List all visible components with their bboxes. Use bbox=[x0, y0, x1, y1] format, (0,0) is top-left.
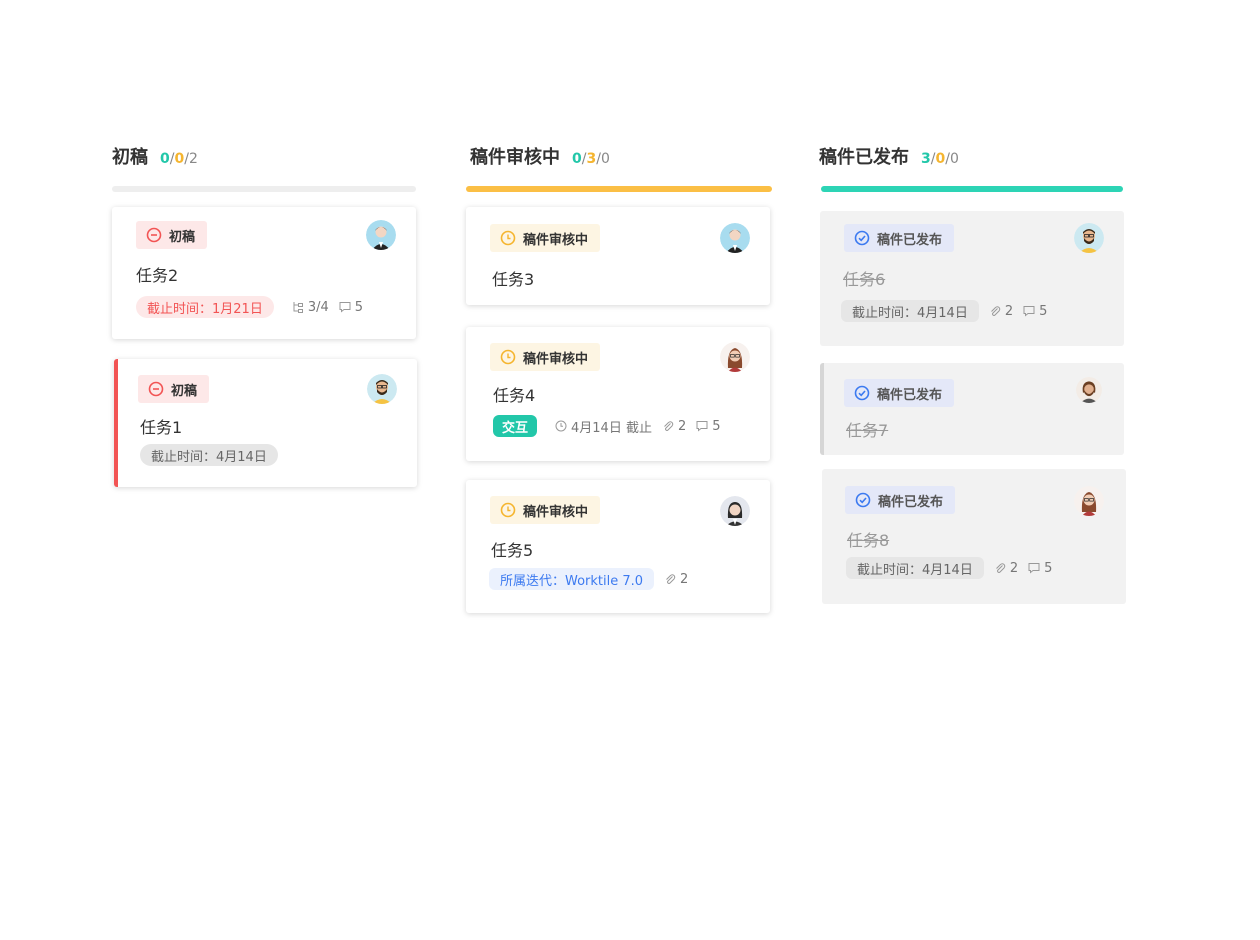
clock-icon bbox=[500, 230, 516, 246]
task-title[interactable]: 任务5 bbox=[491, 537, 533, 561]
due-date-pill: 截止时间：1月21日 bbox=[136, 296, 274, 318]
task-meta: 截止时间：1月21日 3/4 5 bbox=[136, 296, 363, 318]
status-badge[interactable]: 稿件已发布 bbox=[844, 379, 955, 407]
task-card[interactable]: 稿件已发布 任务6 截止时间：4月14日 2 5 bbox=[820, 211, 1124, 346]
task-title[interactable]: 任务4 bbox=[493, 382, 535, 406]
due-date-pill: 截止时间：4月14日 bbox=[841, 300, 979, 322]
attachment-count: 2 bbox=[662, 419, 686, 434]
tag-interaction[interactable]: 交互 bbox=[493, 415, 538, 437]
status-label: 初稿 bbox=[171, 383, 198, 399]
minus-circle-icon bbox=[146, 227, 162, 243]
status-label: 初稿 bbox=[169, 229, 196, 245]
task-title[interactable]: 任务6 bbox=[843, 266, 885, 290]
task-title[interactable]: 任务7 bbox=[846, 417, 888, 441]
status-badge[interactable]: 稿件审核中 bbox=[490, 496, 601, 524]
task-card[interactable]: 稿件审核中 任务5 所属迭代：Worktile 7.0 2 bbox=[466, 480, 770, 613]
clock-icon bbox=[555, 420, 567, 432]
attachment-icon bbox=[990, 306, 1001, 316]
comment-count: 5 bbox=[339, 300, 363, 315]
task-card[interactable]: 初稿 任务1 截止时间：4月14日 bbox=[114, 359, 417, 487]
column-header: 稿件已发布 3/0/0 bbox=[819, 143, 959, 169]
task-title[interactable]: 任务2 bbox=[136, 262, 178, 286]
clock-icon bbox=[500, 349, 516, 365]
attachment-icon bbox=[666, 574, 676, 584]
due-date-pill: 截止时间：4月14日 bbox=[846, 557, 984, 579]
status-badge[interactable]: 初稿 bbox=[136, 221, 208, 249]
avatar[interactable] bbox=[1074, 486, 1104, 516]
column-header: 稿件审核中 0/3/0 bbox=[470, 143, 610, 169]
task-title[interactable]: 任务1 bbox=[140, 414, 182, 438]
check-circle-icon bbox=[854, 385, 870, 401]
avatar[interactable] bbox=[366, 220, 396, 250]
status-badge[interactable]: 初稿 bbox=[138, 375, 210, 403]
attachment-icon bbox=[664, 421, 674, 431]
comment-icon bbox=[696, 421, 708, 432]
comment-count: 5 bbox=[696, 419, 721, 434]
column-count: 0/0/2 bbox=[160, 151, 198, 167]
status-label: 稿件审核中 bbox=[523, 351, 589, 367]
check-circle-icon bbox=[855, 492, 871, 508]
due-date-pill: 截止时间：4月14日 bbox=[140, 444, 278, 466]
task-card[interactable]: 稿件已发布 任务8 截止时间：4月14日 2 5 bbox=[822, 469, 1126, 604]
subtask-icon bbox=[293, 302, 303, 313]
attachment-count: 2 bbox=[664, 572, 688, 587]
column-title: 初稿 bbox=[112, 147, 148, 168]
column-progress-bar bbox=[466, 186, 772, 192]
avatar[interactable] bbox=[720, 496, 750, 526]
deadline: 4月14日 截止 bbox=[555, 417, 652, 436]
task-card[interactable]: 初稿 任务2 截止时间：1月21日 3/4 5 bbox=[112, 207, 416, 339]
task-meta: 截止时间：4月14日 2 5 bbox=[841, 300, 1047, 322]
task-meta: 交互 4月14日 截止 2 5 bbox=[493, 415, 721, 437]
avatar[interactable] bbox=[720, 342, 750, 372]
column-title: 稿件审核中 bbox=[470, 147, 560, 168]
column-title: 稿件已发布 bbox=[819, 147, 909, 168]
avatar[interactable] bbox=[367, 374, 397, 404]
comment-icon bbox=[1023, 306, 1035, 317]
status-label: 稿件已发布 bbox=[877, 232, 943, 248]
status-badge[interactable]: 稿件审核中 bbox=[490, 343, 601, 371]
comment-icon bbox=[339, 302, 351, 313]
task-title[interactable]: 任务3 bbox=[492, 266, 534, 290]
avatar[interactable] bbox=[1076, 377, 1102, 403]
status-label: 稿件审核中 bbox=[523, 504, 589, 520]
task-card[interactable]: 稿件审核中 任务3 bbox=[466, 207, 770, 305]
attachment-count: 2 bbox=[989, 304, 1013, 319]
task-card[interactable]: 稿件审核中 任务4 交互 4月14日 截止 2 5 bbox=[466, 327, 770, 461]
avatar[interactable] bbox=[1074, 223, 1104, 253]
check-circle-icon bbox=[854, 230, 870, 246]
column-header: 初稿 0/0/2 bbox=[112, 143, 198, 169]
attachment-count: 2 bbox=[994, 561, 1018, 576]
column-count: 3/0/0 bbox=[921, 151, 959, 167]
status-label: 稿件已发布 bbox=[877, 387, 943, 403]
task-title[interactable]: 任务8 bbox=[847, 527, 889, 551]
clock-icon bbox=[500, 502, 516, 518]
status-label: 稿件审核中 bbox=[523, 232, 589, 248]
task-meta: 所属迭代：Worktile 7.0 2 bbox=[489, 568, 688, 590]
avatar[interactable] bbox=[720, 223, 750, 253]
status-badge[interactable]: 稿件已发布 bbox=[845, 486, 956, 514]
status-label: 稿件已发布 bbox=[878, 494, 944, 510]
subtask-count: 3/4 bbox=[292, 300, 329, 315]
task-meta: 截止时间：4月14日 bbox=[140, 444, 278, 466]
status-badge[interactable]: 稿件审核中 bbox=[490, 224, 601, 252]
attachment-icon bbox=[995, 563, 1006, 573]
comment-count: 5 bbox=[1028, 561, 1052, 576]
comment-count: 5 bbox=[1023, 304, 1047, 319]
task-meta: 截止时间：4月14日 2 5 bbox=[846, 557, 1052, 579]
iteration-pill[interactable]: 所属迭代：Worktile 7.0 bbox=[489, 568, 655, 590]
task-card[interactable]: 稿件已发布 任务7 bbox=[820, 363, 1124, 455]
status-badge[interactable]: 稿件已发布 bbox=[844, 224, 955, 252]
column-progress-bar bbox=[821, 186, 1123, 192]
minus-circle-icon bbox=[148, 381, 164, 397]
comment-icon bbox=[1028, 563, 1040, 574]
column-progress-bar bbox=[112, 186, 416, 192]
column-count: 0/3/0 bbox=[572, 151, 610, 167]
